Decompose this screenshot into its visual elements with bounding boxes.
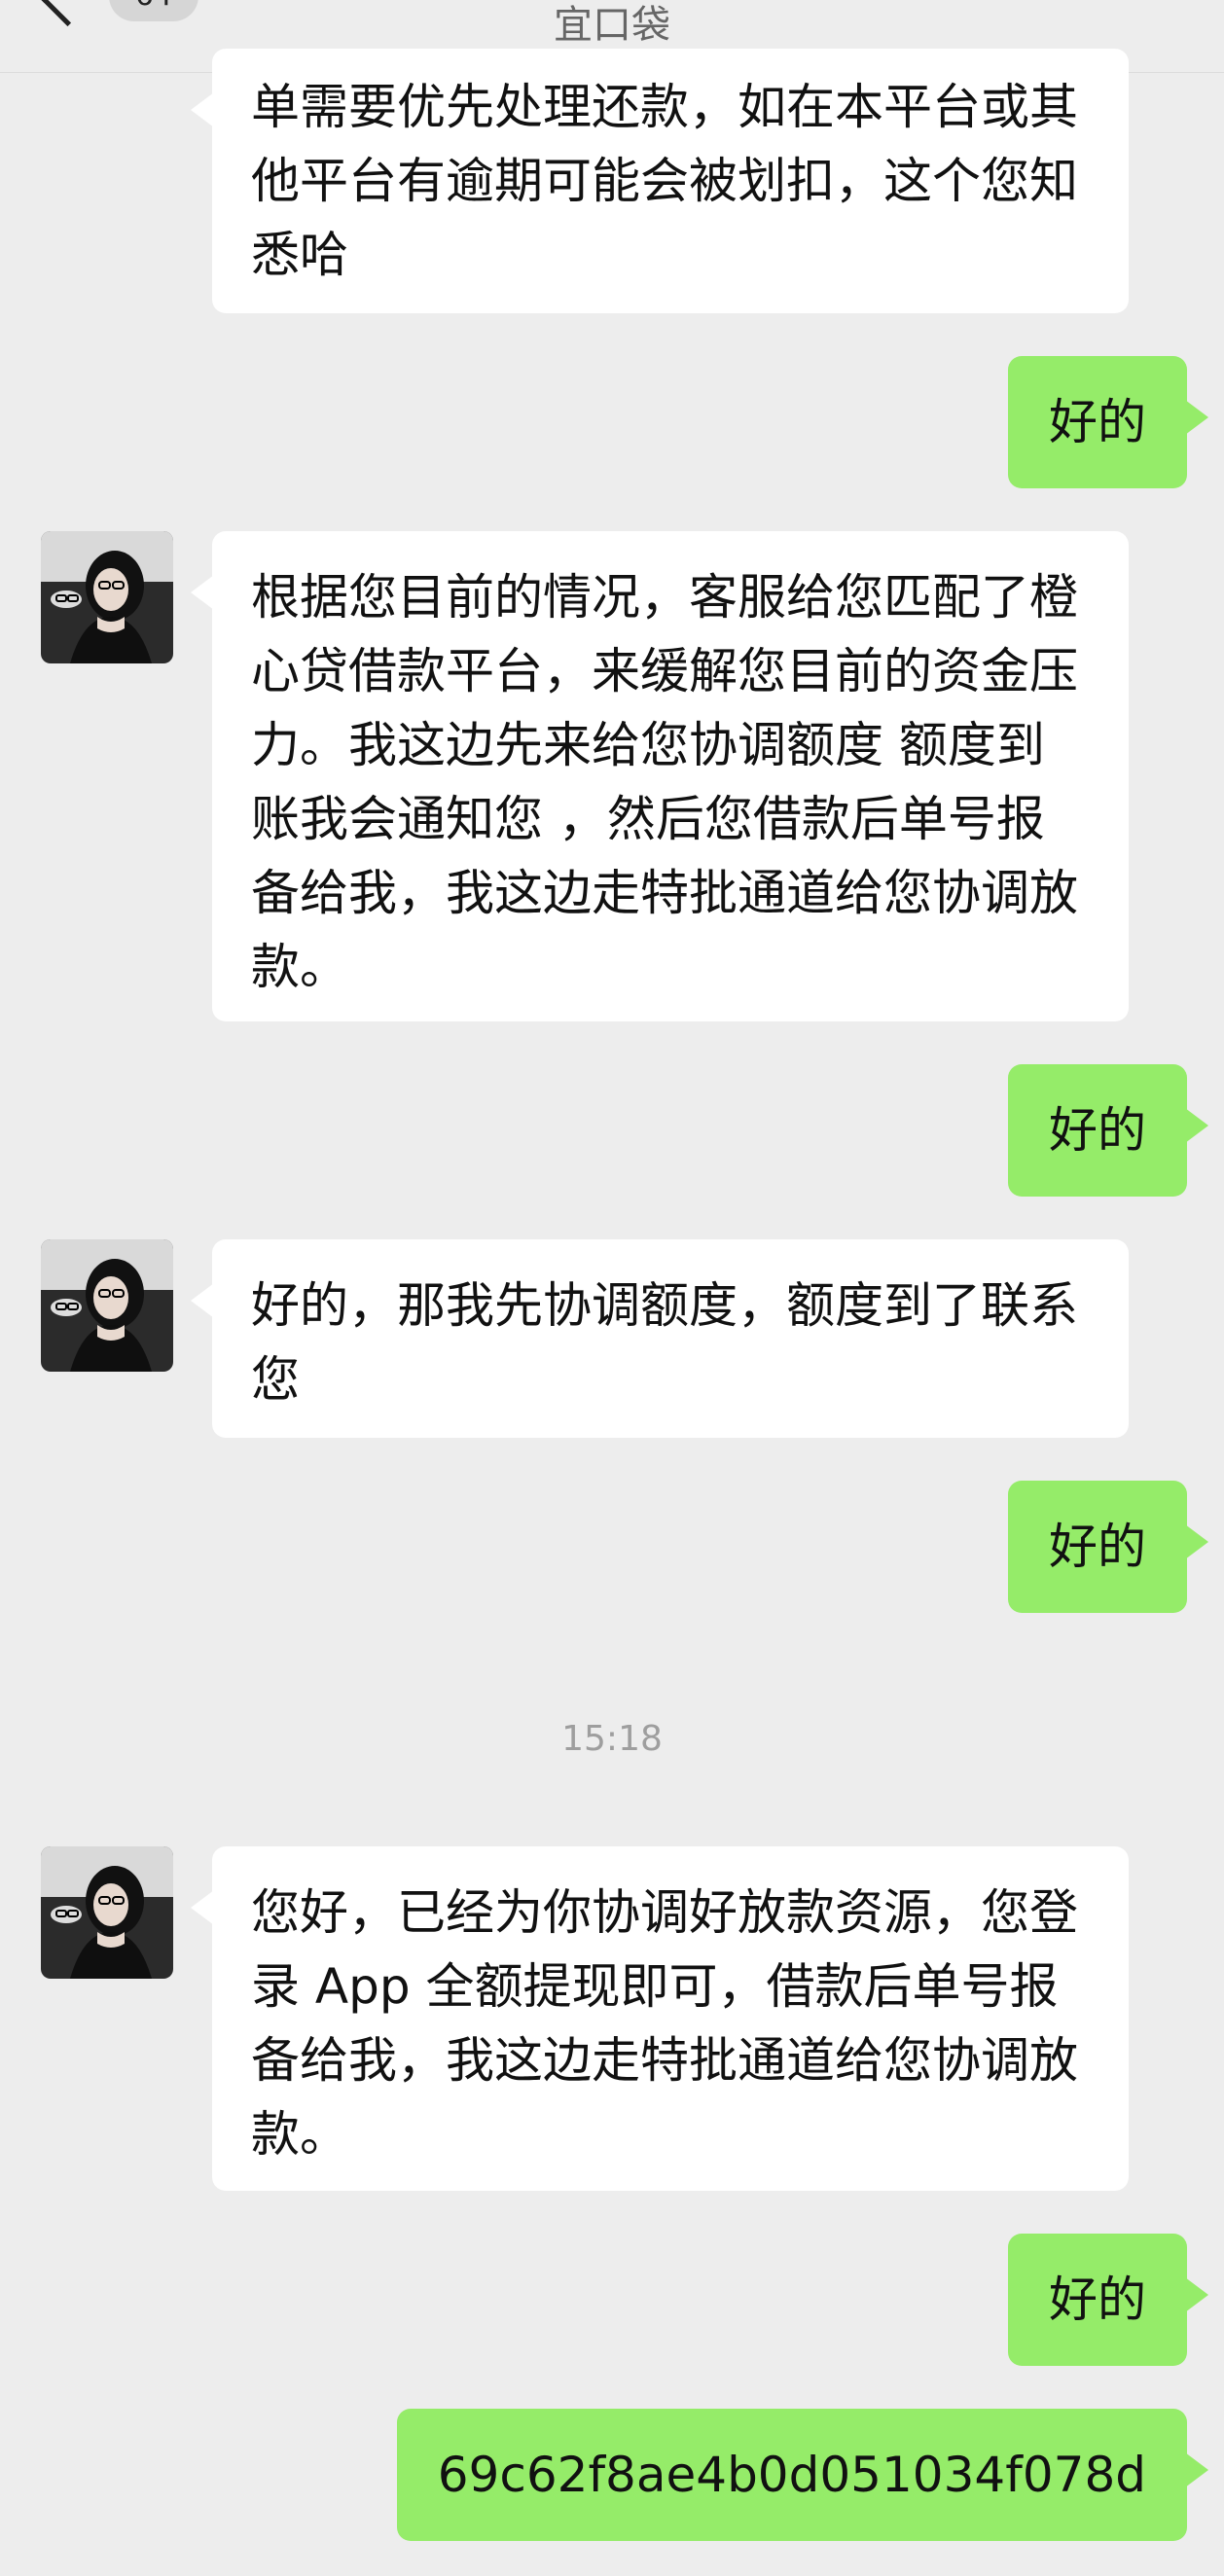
contact-avatar-icon xyxy=(41,531,173,663)
chat-title: 宜口袋 xyxy=(554,3,670,48)
message-bubble-incoming[interactable]: 好的，那我先协调额度，额度到了联系您 xyxy=(191,1239,1129,1438)
message-bubble-outgoing[interactable]: 好的 xyxy=(1008,356,1208,488)
message-bubble-incoming[interactable]: 根据您目前的情况，客服给您匹配了橙心贷借款平台，来缓解您目前的资金压力。我这边先… xyxy=(191,531,1129,1021)
contact-avatar[interactable] xyxy=(41,1239,173,1372)
message-text: 69c62f8ae4b0d051034f078d xyxy=(437,2447,1146,2503)
message-text: 好的 xyxy=(1049,2272,1146,2328)
message-text: 好的 xyxy=(1049,1102,1146,1159)
message-bubble-outgoing[interactable]: 好的 xyxy=(1008,1064,1208,1197)
message-bubble-incoming[interactable]: 您好，已经为你协调好放款资源，您登录 App 全额提现即可，借款后单号报备给我，… xyxy=(191,1846,1129,2191)
message-text: 您好，已经为你协调好放款资源，您登录 App 全额提现即可，借款后单号报备给我，… xyxy=(251,1884,1078,2163)
contact-avatar-icon xyxy=(41,1846,173,1979)
message-text: 好的 xyxy=(1049,394,1146,450)
contact-avatar[interactable] xyxy=(41,531,173,663)
contact-avatar-icon xyxy=(41,1239,173,1372)
message-text: 单需要优先处理还款，如在本平台或其他平台有逾期可能会被划扣，这个您知悉哈 xyxy=(251,79,1078,283)
message-text: 好的 xyxy=(1049,1519,1146,1575)
message-text: 根据您目前的情况，客服给您匹配了橙心贷借款平台，来缓解您目前的资金压力。我这边先… xyxy=(251,569,1078,995)
time-divider: 15:18 xyxy=(561,1719,663,1759)
message-bubble-outgoing[interactable]: 好的 xyxy=(1008,1481,1208,1613)
message-bubble-outgoing[interactable]: 69c62f8ae4b0d051034f078d xyxy=(396,2409,1209,2541)
message-text: 好的，那我先协调额度，额度到了联系您 xyxy=(251,1277,1078,1408)
message-bubble-outgoing[interactable]: 好的 xyxy=(1008,2234,1208,2366)
message-bubble-incoming[interactable]: 单需要优先处理还款，如在本平台或其他平台有逾期可能会被划扣，这个您知悉哈 xyxy=(191,49,1129,313)
contact-avatar[interactable] xyxy=(41,1846,173,1979)
